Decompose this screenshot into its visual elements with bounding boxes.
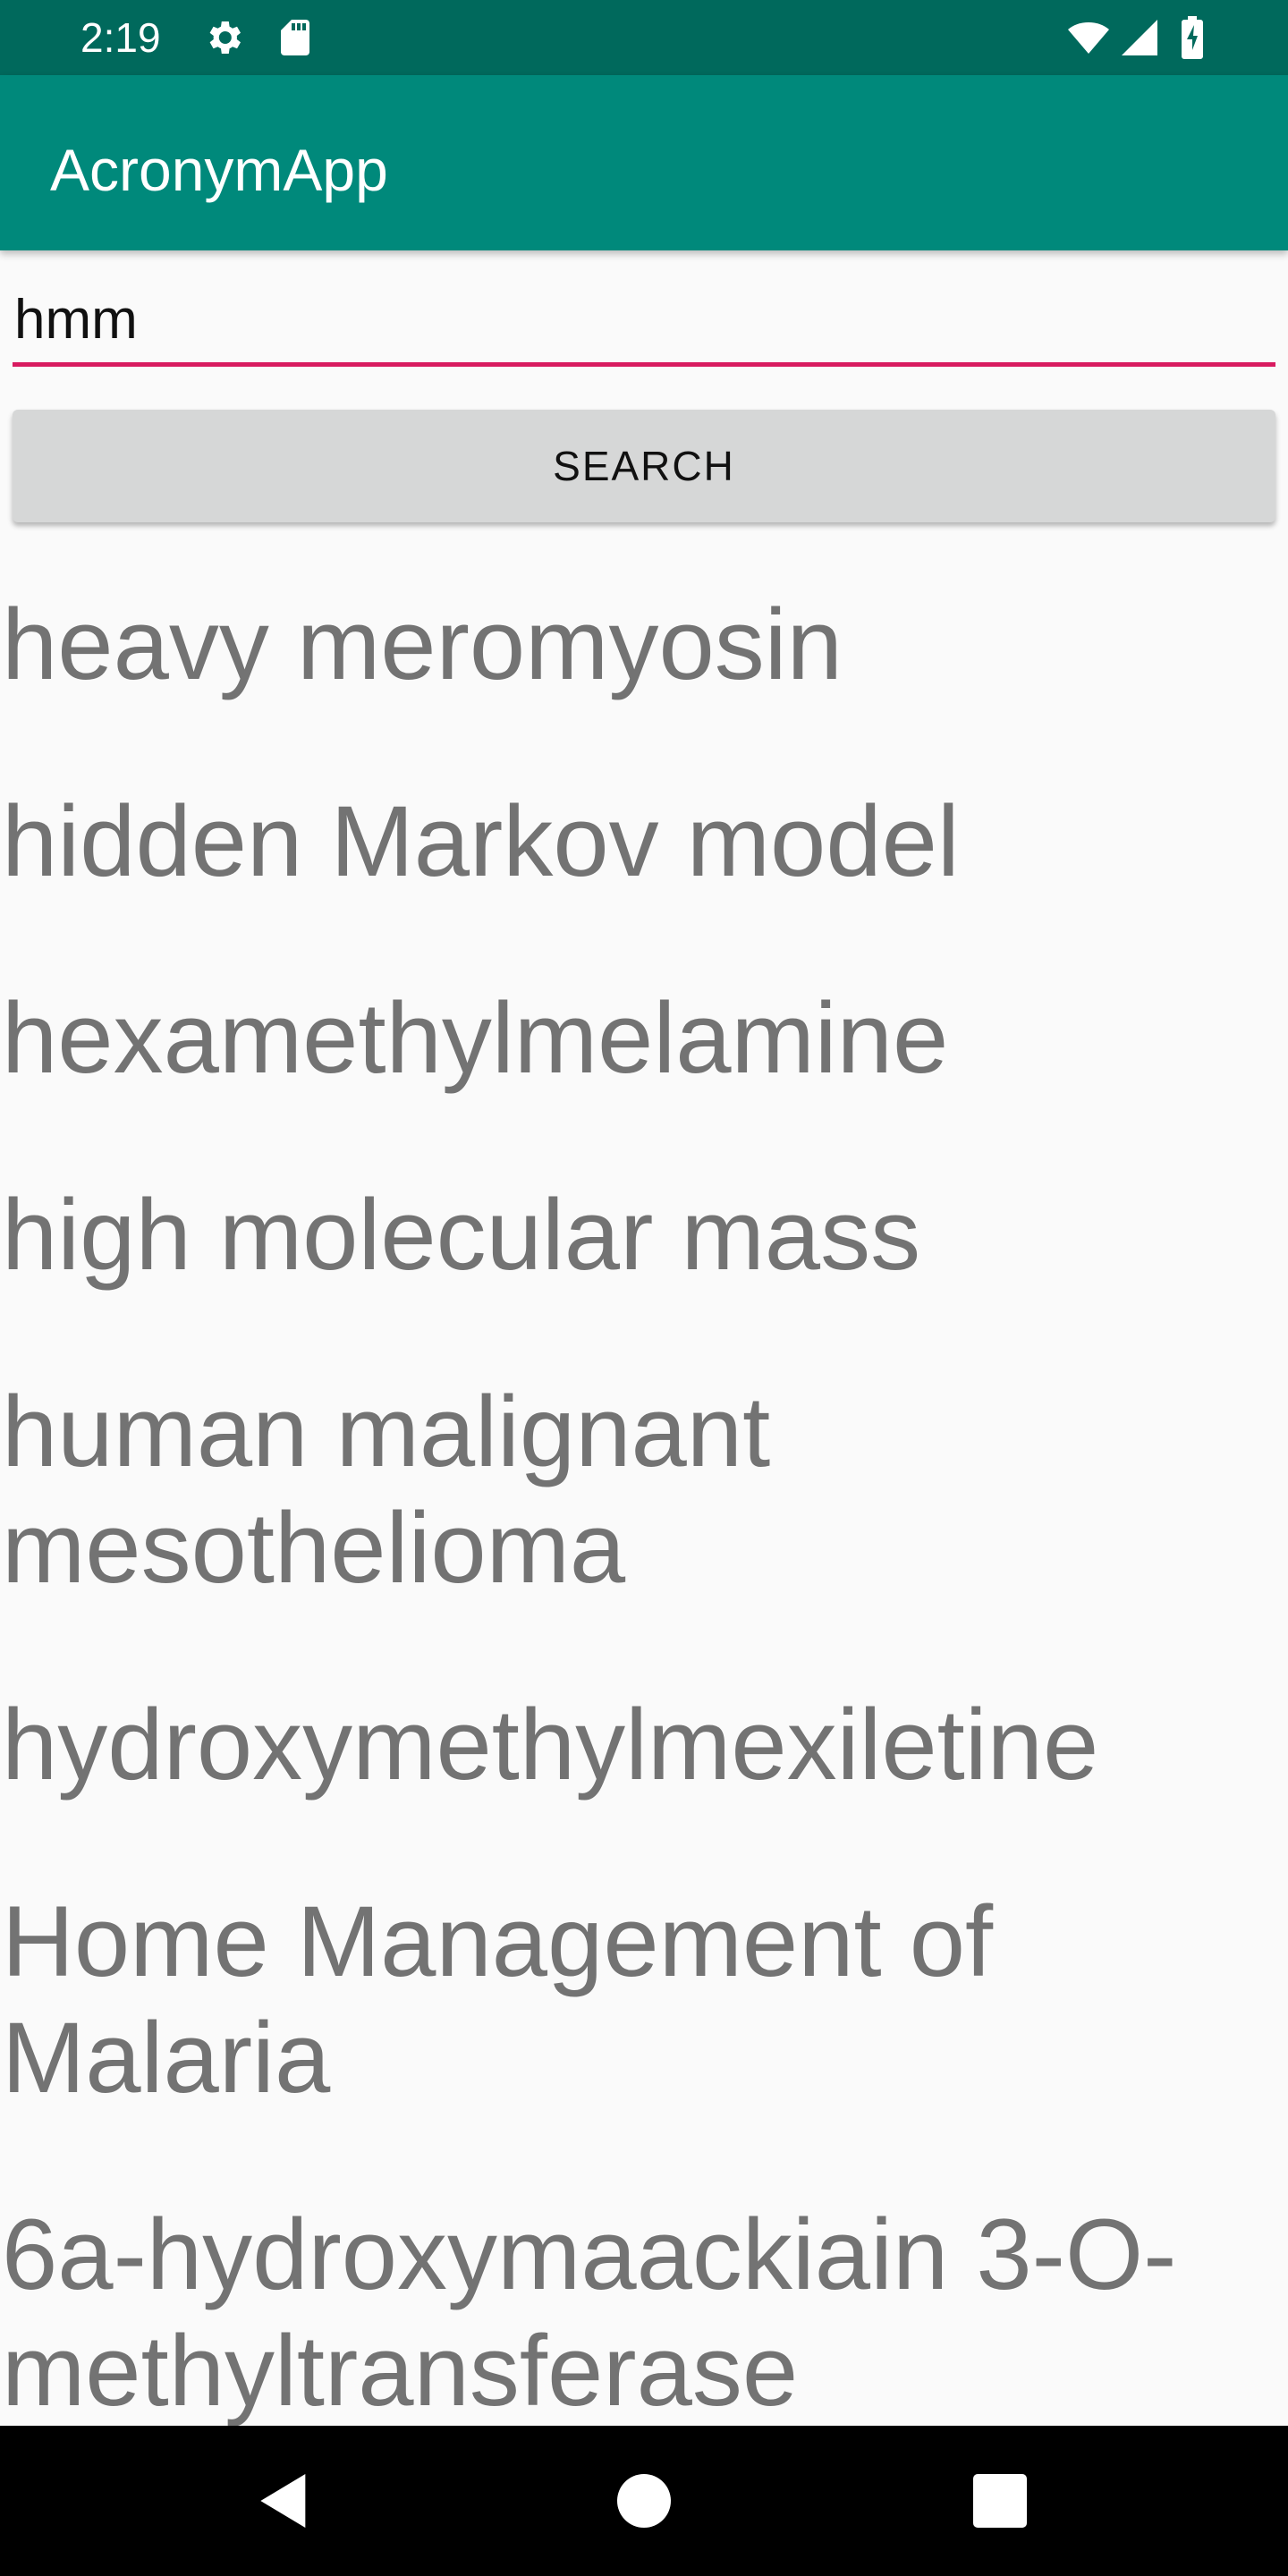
back-icon[interactable]: [249, 2465, 320, 2537]
wifi-icon: [1064, 16, 1113, 59]
result-item[interactable]: hydroxymethylmexiletine: [0, 1673, 1288, 1869]
recents-icon[interactable]: [964, 2465, 1036, 2537]
search-button[interactable]: SEARCH: [13, 410, 1275, 522]
sd-card-icon: [274, 16, 317, 59]
result-item[interactable]: high molecular mass: [0, 1163, 1288, 1360]
battery-charging-icon: [1177, 16, 1208, 59]
results-list: heavy meromyosin hidden Markov model hex…: [0, 572, 1288, 2426]
result-item[interactable]: hidden Markov model: [0, 769, 1288, 966]
home-icon[interactable]: [608, 2465, 680, 2537]
search-field: [13, 277, 1275, 372]
result-item[interactable]: heavy meromyosin: [0, 572, 1288, 769]
result-item[interactable]: 6a-hydroxymaackiain 3-O-methyltransferas…: [0, 2182, 1288, 2426]
result-item[interactable]: hexamethylmelamine: [0, 966, 1288, 1163]
navigation-bar: [0, 2426, 1288, 2576]
status-time: 2:19: [80, 14, 161, 61]
gear-icon: [202, 16, 245, 59]
cell-signal-icon: [1118, 16, 1161, 59]
status-bar: 2:19: [0, 0, 1288, 75]
app-screen: 2:19 AcronymApp SEARCH heavy meromyosin …: [0, 0, 1288, 2576]
app-bar: AcronymApp: [0, 75, 1288, 250]
result-item[interactable]: human malignant mesothelioma: [0, 1360, 1288, 1673]
result-item[interactable]: Home Management of Malaria: [0, 1869, 1288, 2182]
app-title: AcronymApp: [50, 137, 388, 203]
search-input[interactable]: [13, 277, 1275, 367]
